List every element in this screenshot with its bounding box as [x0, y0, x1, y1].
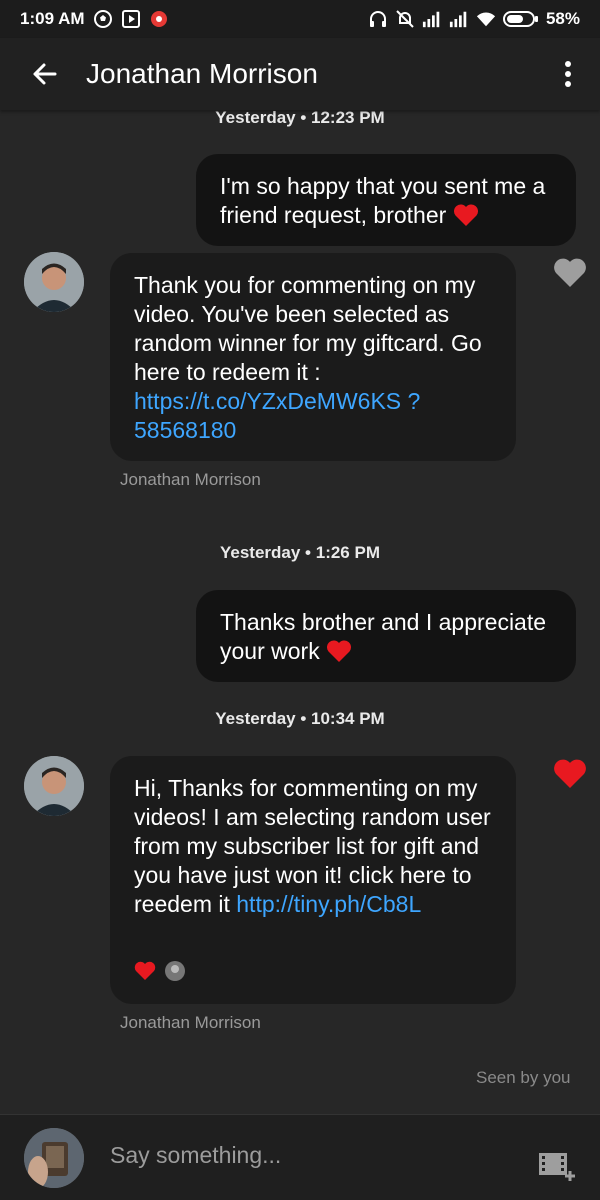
- soccer-ball-icon: [93, 9, 113, 29]
- back-arrow-icon: [33, 63, 57, 85]
- more-options-button[interactable]: [556, 54, 580, 94]
- user-avatar[interactable]: [24, 1128, 84, 1188]
- chat-thread[interactable]: Yesterday • 12:23 PM I'm so happy that y…: [0, 108, 600, 1114]
- message-input[interactable]: Say something...: [110, 1142, 281, 1169]
- clock: 1:09 AM: [20, 9, 85, 28]
- signal-icon: [422, 9, 442, 29]
- heart-reaction-icon: [134, 961, 156, 980]
- liked-heart-icon[interactable]: [553, 758, 587, 790]
- like-heart-icon[interactable]: [553, 257, 587, 289]
- incoming-message[interactable]: Thank you for commenting on my video. Yo…: [110, 253, 516, 461]
- play-store-icon: [121, 9, 141, 29]
- avatar[interactable]: [24, 756, 84, 816]
- reactions[interactable]: [134, 960, 186, 982]
- heart-emoji: [453, 202, 479, 228]
- video-add-icon: [539, 1153, 575, 1181]
- sender-name: Jonathan Morrison: [120, 470, 261, 489]
- timestamp: Yesterday • 12:23 PM: [215, 108, 385, 127]
- outgoing-message[interactable]: I'm so happy that you sent me a friend r…: [196, 154, 576, 246]
- seen-status: Seen by you: [476, 1068, 571, 1087]
- composer: Say something...: [0, 1114, 600, 1200]
- record-icon: [149, 9, 169, 29]
- avatar[interactable]: [24, 252, 84, 312]
- battery-icon: [502, 9, 539, 29]
- reactor-avatar-icon: [165, 961, 185, 981]
- signal-icon: [449, 9, 469, 29]
- status-bar: 1:09 AM 58%: [0, 0, 600, 38]
- back-button[interactable]: [16, 46, 72, 102]
- sender-name: Jonathan Morrison: [120, 1013, 261, 1032]
- timestamp: Yesterday • 1:26 PM: [220, 543, 380, 562]
- message-link[interactable]: http://tiny.ph/Cb8L: [236, 891, 421, 917]
- outgoing-message[interactable]: Thanks brother and I appreciate your wor…: [196, 590, 576, 682]
- video-attach-button[interactable]: [538, 1151, 576, 1181]
- incoming-message[interactable]: Hi, Thanks for commenting on my videos! …: [110, 756, 516, 1004]
- timestamp: Yesterday • 10:34 PM: [215, 709, 385, 728]
- message-link[interactable]: https://t.co/YZxDeMW6KS ?58568180: [134, 388, 420, 443]
- conversation-title: Jonathan Morrison: [86, 58, 318, 89]
- heart-emoji: [326, 638, 352, 664]
- battery-level: 58%: [545, 9, 580, 28]
- app-bar: Jonathan Morrison: [0, 38, 600, 110]
- more-vert-icon: [565, 61, 571, 87]
- wifi-icon: [476, 9, 496, 29]
- muted-bell-icon: [395, 9, 415, 29]
- headphones-icon: [368, 9, 388, 29]
